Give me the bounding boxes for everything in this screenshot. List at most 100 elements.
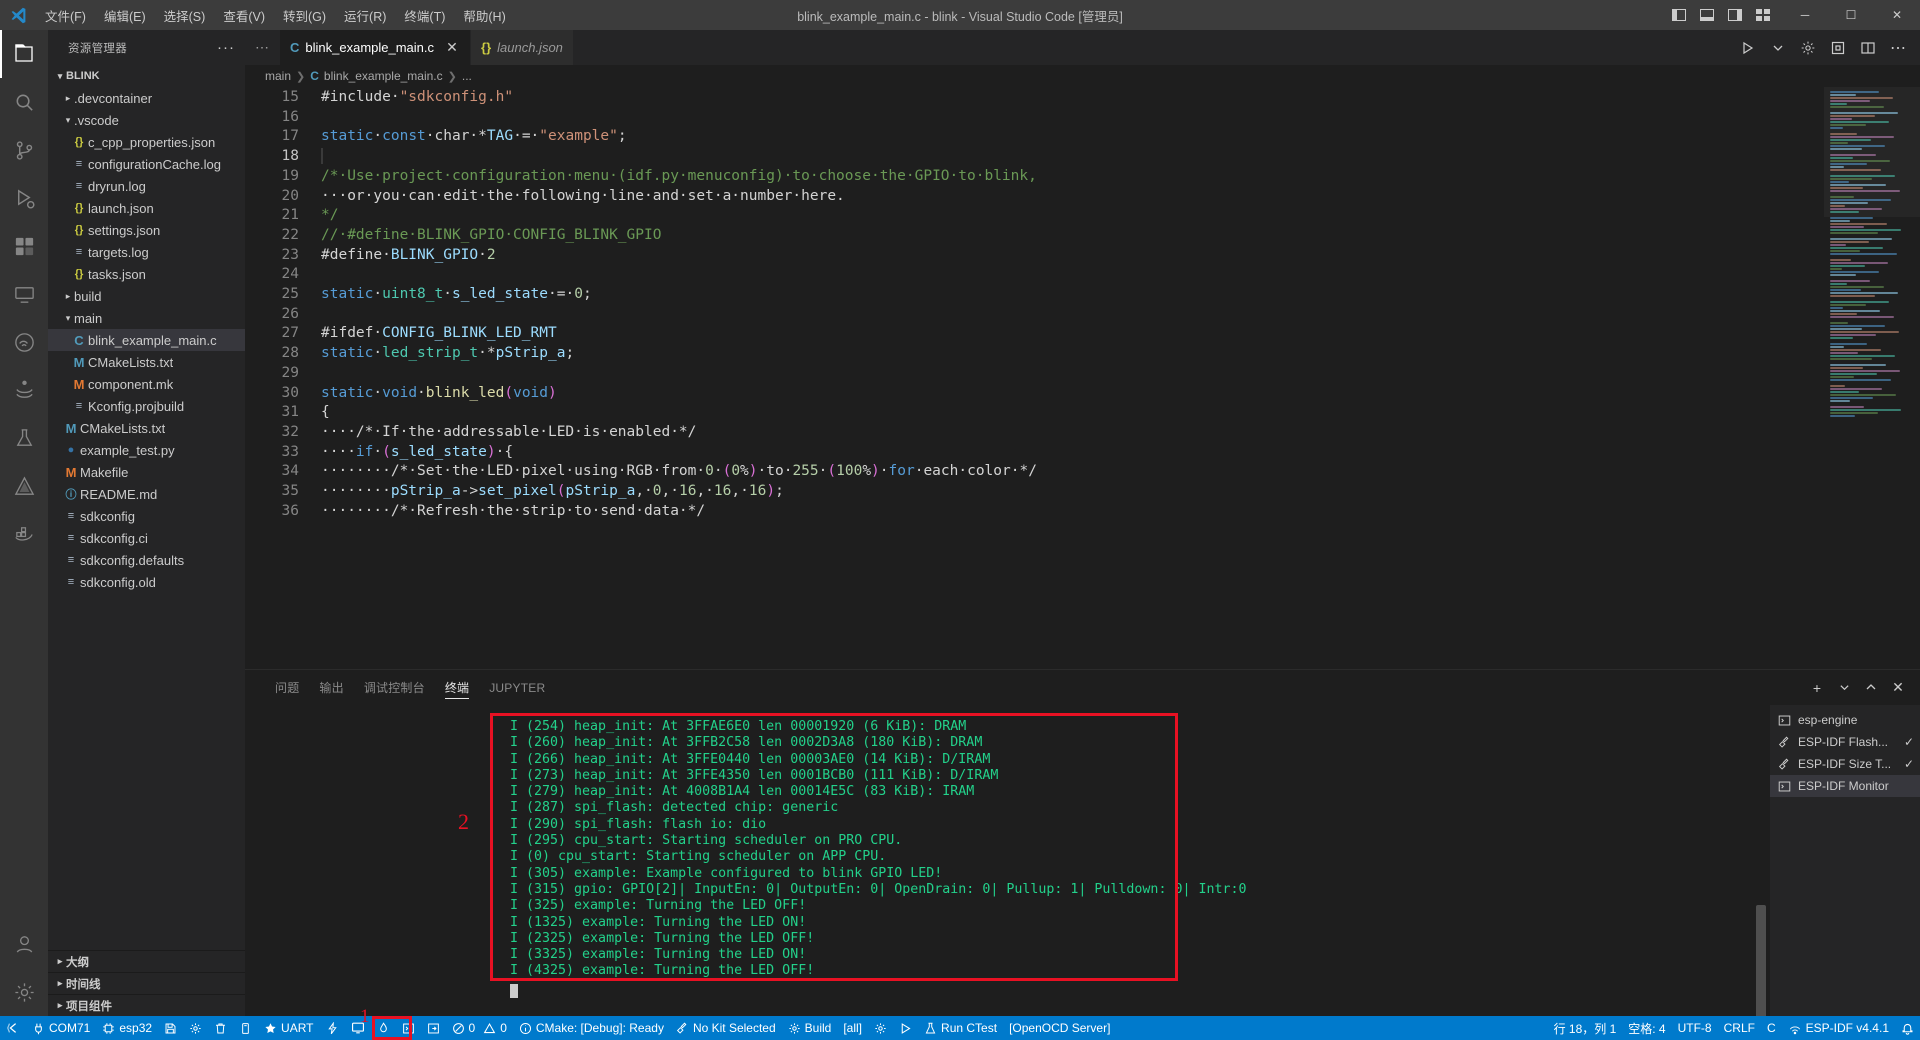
breadcrumb-file[interactable]: blink_example_main.c	[324, 69, 443, 83]
activity-search-icon[interactable]	[0, 78, 48, 126]
activity-source-control-icon[interactable]	[0, 126, 48, 174]
tab-close-icon[interactable]: ✕	[444, 39, 460, 56]
terminal-list-item[interactable]: ESP-IDF Flash... ✓	[1770, 731, 1920, 753]
tree-file[interactable]: M CMakeLists.txt	[48, 351, 245, 373]
panel-right-icon[interactable]	[1722, 2, 1748, 28]
tree-file[interactable]: M Makefile	[48, 461, 245, 483]
status-cmake[interactable]: CMake: [Debug]: Ready	[513, 1016, 670, 1040]
status-esp-idf-version[interactable]: ESP-IDF v4.4.1	[1782, 1016, 1895, 1040]
menu-help[interactable]: 帮助(H)	[454, 0, 514, 30]
section-timeline[interactable]: ▸ 时间线	[48, 972, 245, 994]
status-run-ctest[interactable]: Run CTest	[918, 1016, 1003, 1040]
status-flash-device[interactable]	[233, 1016, 258, 1040]
tree-file[interactable]: Cblink_example_main.c	[48, 329, 245, 351]
settings-gear-icon[interactable]	[1794, 34, 1822, 62]
explorer-root-header[interactable]: ▾ BLINK	[48, 65, 245, 87]
status-open-terminal[interactable]	[396, 1016, 421, 1040]
status-idf-qemu[interactable]	[421, 1016, 446, 1040]
panel-tab-problems[interactable]: 问题	[265, 670, 309, 705]
more-actions-icon[interactable]: ⋯	[1884, 34, 1912, 62]
menu-run[interactable]: 运行(R)	[335, 0, 395, 30]
code-editor[interactable]: 15 #include·"sdkconfig.h" 16 17 static·con…	[245, 87, 1920, 669]
tree-file[interactable]: {} c_cpp_properties.json	[48, 131, 245, 153]
tree-file[interactable]: ≡ sdkconfig.old	[48, 571, 245, 593]
tree-file[interactable]: {} tasks.json	[48, 263, 245, 285]
close-panel-icon[interactable]: ✕	[1886, 676, 1910, 700]
tree-file[interactable]: ≡ targets.log	[48, 241, 245, 263]
tree-file[interactable]: M CMakeLists.txt	[48, 417, 245, 439]
status-menuconfig[interactable]	[183, 1016, 208, 1040]
activity-testing-icon[interactable]	[0, 414, 48, 462]
tree-file[interactable]: {} settings.json	[48, 219, 245, 241]
tree-file[interactable]: ≡ configurationCache.log	[48, 153, 245, 175]
status-problems[interactable]: 0 0	[446, 1016, 513, 1040]
panel-tab-jupyter[interactable]: JUPYTER	[479, 670, 555, 705]
activity-cmake-icon[interactable]	[0, 462, 48, 510]
window-maximize-button[interactable]: ☐	[1828, 0, 1874, 30]
menu-file[interactable]: 文件(F)	[36, 0, 95, 30]
menu-go[interactable]: 转到(G)	[274, 0, 335, 30]
tree-file[interactable]: ⓘ README.md	[48, 483, 245, 505]
status-full-clean[interactable]	[208, 1016, 233, 1040]
tree-file[interactable]: ≡ sdkconfig.defaults	[48, 549, 245, 571]
activity-remote-explorer-icon[interactable]	[0, 270, 48, 318]
terminal-list-item[interactable]: esp-engine	[1770, 709, 1920, 731]
section-project-components[interactable]: ▸ 项目组件	[48, 994, 245, 1016]
breadcrumb-folder[interactable]: main	[265, 69, 291, 83]
split-editor-icon[interactable]	[1854, 34, 1882, 62]
menu-edit[interactable]: 编辑(E)	[95, 0, 155, 30]
status-save-flash[interactable]	[158, 1016, 183, 1040]
tree-file[interactable]: ≡ sdkconfig.ci	[48, 527, 245, 549]
tree-file[interactable]: ● example_test.py	[48, 439, 245, 461]
sidebar-more-actions-icon[interactable]: ···	[217, 39, 235, 56]
status-build-target[interactable]: [all]	[837, 1016, 868, 1040]
activity-jupyter-icon[interactable]	[0, 366, 48, 414]
tree-file[interactable]: Mcomponent.mk	[48, 373, 245, 395]
maximize-panel-icon[interactable]	[1859, 676, 1883, 700]
section-outline[interactable]: ▸ 大纲	[48, 950, 245, 972]
status-indentation[interactable]: 空格: 4	[1622, 1016, 1671, 1040]
new-terminal-icon[interactable]: +	[1805, 676, 1829, 700]
menu-selection[interactable]: 选择(S)	[155, 0, 215, 30]
panel-tab-terminal[interactable]: 终端	[435, 670, 479, 705]
status-remote-indicator[interactable]	[0, 1016, 26, 1040]
panel-bottom-icon[interactable]	[1694, 2, 1720, 28]
breadcrumb-symbol[interactable]: ...	[462, 69, 472, 83]
status-build-button[interactable]: Build	[782, 1016, 838, 1040]
panel-left-icon[interactable]	[1666, 2, 1692, 28]
activity-account-icon[interactable]	[0, 920, 48, 968]
panel-tab-debug-console[interactable]: 调试控制台	[354, 670, 435, 705]
terminal-list-item[interactable]: ESP-IDF Size T... ✓	[1770, 753, 1920, 775]
activity-explorer-icon[interactable]	[0, 30, 48, 78]
status-flash-method[interactable]: UART	[258, 1016, 319, 1040]
activity-run-debug-icon[interactable]	[0, 174, 48, 222]
tree-folder[interactable]: ▸ build	[48, 285, 245, 307]
menu-terminal[interactable]: 终端(T)	[395, 0, 454, 30]
panel-tab-output[interactable]: 输出	[309, 670, 353, 705]
status-idf-debug[interactable]	[371, 1016, 396, 1040]
tab-overflow-icon[interactable]: ⋯	[245, 30, 280, 65]
tree-file[interactable]: {} launch.json	[48, 197, 245, 219]
code-content[interactable]: 15 #include·"sdkconfig.h" 16 17 static·con…	[245, 87, 1824, 521]
status-build-flash-monitor[interactable]	[320, 1016, 345, 1040]
status-target-chip[interactable]: esp32	[96, 1016, 158, 1040]
window-close-button[interactable]: ✕	[1874, 0, 1920, 30]
chevron-down-icon[interactable]	[1764, 34, 1792, 62]
chevron-down-icon[interactable]	[1832, 676, 1856, 700]
activity-docker-icon[interactable]	[0, 510, 48, 558]
status-language-mode[interactable]: C	[1761, 1016, 1782, 1040]
tree-file[interactable]: ≡ Kconfig.projbuild	[48, 395, 245, 417]
status-serial-port[interactable]: COM71	[26, 1016, 96, 1040]
status-openocd-server[interactable]: [OpenOCD Server]	[1003, 1016, 1116, 1040]
tree-file[interactable]: ≡ sdkconfig	[48, 505, 245, 527]
tree-folder[interactable]: ▸ .devcontainer	[48, 87, 245, 109]
window-minimize-button[interactable]: ─	[1782, 0, 1828, 30]
tree-folder[interactable]: ▾ .vscode	[48, 109, 245, 131]
activity-espressif-icon[interactable]	[0, 318, 48, 366]
activity-gear-icon[interactable]	[0, 968, 48, 1016]
tab-blink-example-main-c[interactable]: C blink_example_main.c ✕	[280, 30, 472, 65]
status-cursor-position[interactable]: 行 18，列 1	[1548, 1016, 1623, 1040]
terminal-output[interactable]: I (254) heap_init: At 3FFAE6E0 len 00001…	[257, 705, 1770, 980]
esp-flash-icon[interactable]	[1824, 34, 1852, 62]
status-launch-target-settings[interactable]	[868, 1016, 893, 1040]
